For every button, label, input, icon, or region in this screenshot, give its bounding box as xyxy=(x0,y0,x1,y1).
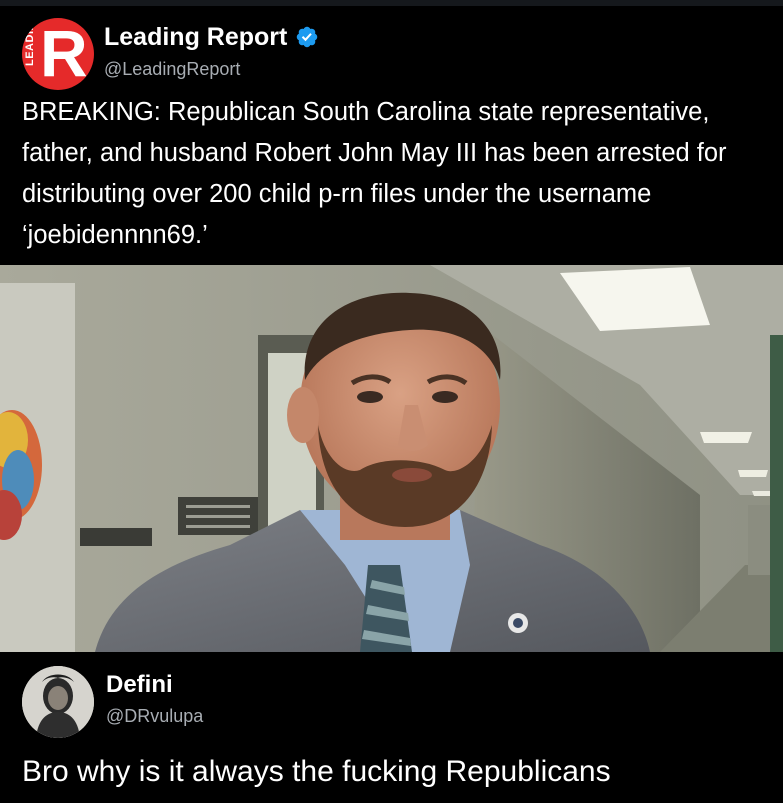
reply-avatar[interactable] xyxy=(22,666,94,738)
author-info: Leading Report @LeadingReport xyxy=(104,22,319,80)
post-header: R LEADING Leading Report @LeadingReport xyxy=(22,18,319,92)
reply-author-info: Defini @DRvulupa xyxy=(106,670,203,727)
post-photo[interactable] xyxy=(0,265,783,652)
avatar[interactable]: R LEADING xyxy=(22,18,94,90)
reply-avatar-illustration xyxy=(22,666,94,738)
reply-header: Defini @DRvulupa xyxy=(22,666,203,738)
avatar-logo-side-text: LEADING xyxy=(24,18,36,66)
post-text: BREAKING: Republican South Carolina stat… xyxy=(22,98,727,249)
top-edge-bar xyxy=(0,0,783,6)
reply-author-handle[interactable]: @DRvulupa xyxy=(106,706,203,727)
author-display-name[interactable]: Leading Report xyxy=(104,22,287,52)
avatar-logo-letter: R xyxy=(40,18,88,90)
verified-badge-icon xyxy=(297,26,318,48)
author-handle[interactable]: @LeadingReport xyxy=(104,58,319,80)
reply-author-display-name[interactable]: Defini xyxy=(106,670,203,700)
reply-text: Bro why is it always the fucking Republi… xyxy=(22,755,611,788)
photo-illustration xyxy=(0,265,783,652)
